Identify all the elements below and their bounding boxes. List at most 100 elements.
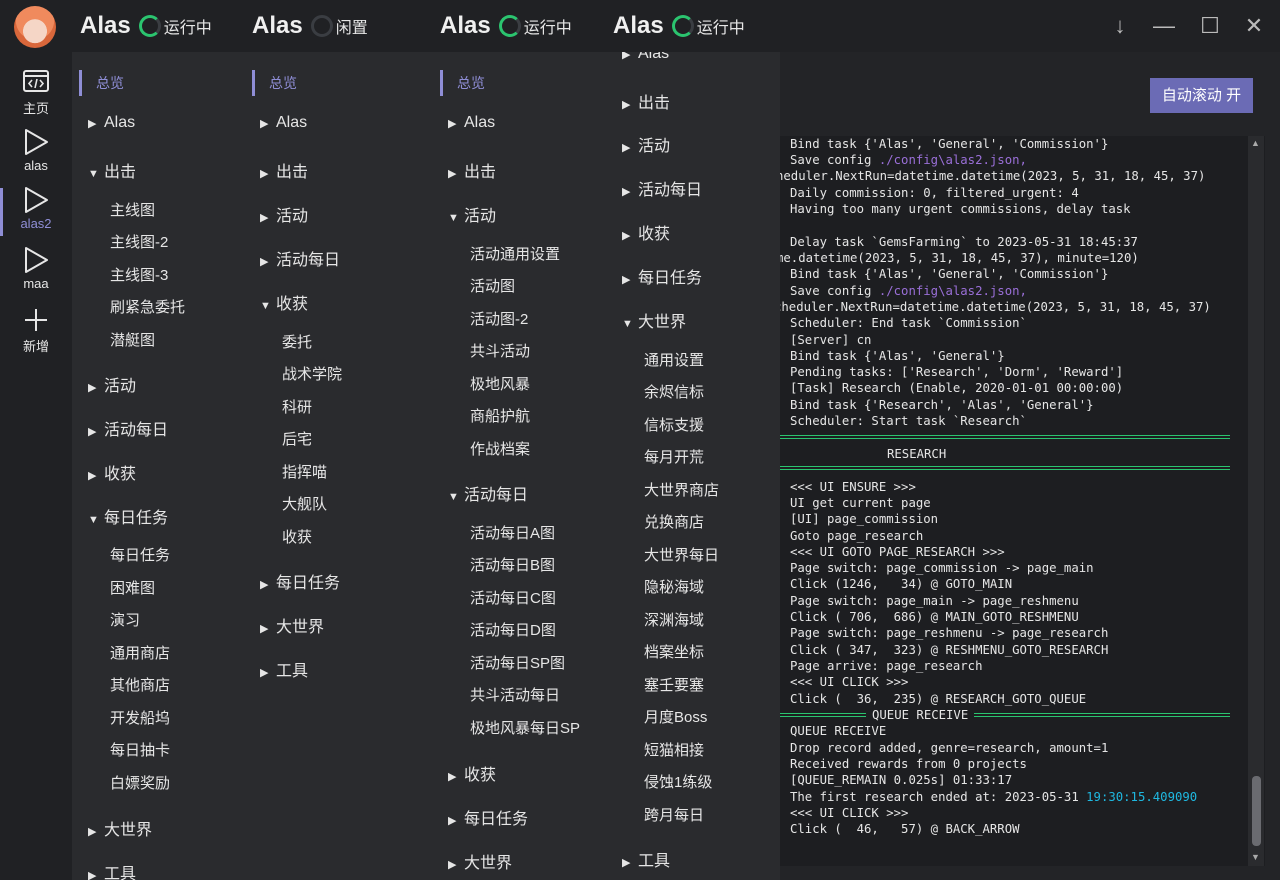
menu-daily[interactable]: ▼ 每日任务 (88, 504, 168, 528)
menu-leaf[interactable]: 余烬信标 (644, 381, 704, 402)
menu-leaf[interactable]: 深渊海域 (644, 609, 704, 630)
menu-chuji[interactable]: ▶ 出击 (448, 158, 496, 182)
menu-huodong[interactable]: ▼ 活动 (448, 202, 496, 226)
menu-leaf[interactable]: 刷紧急委托 (110, 296, 185, 317)
menu-leaf[interactable]: 塞壬要塞 (644, 674, 704, 695)
menu-shouhuo[interactable]: ▶ 收获 (448, 761, 496, 785)
menu-world[interactable]: ▶ 大世界 (448, 849, 512, 873)
autoscroll-button[interactable]: 自动滚动 开 (1150, 78, 1253, 113)
menu-leaf[interactable]: 极地风暴 (470, 373, 530, 394)
menu-huodong[interactable]: ▶ 活动 (88, 372, 136, 396)
menu-leaf[interactable]: 每月开荒 (644, 446, 704, 467)
rail-alas2[interactable]: alas2 (0, 186, 72, 236)
running-spinner-icon (138, 15, 161, 37)
menu-tools[interactable]: ▶ 工具 (88, 860, 136, 880)
menu-leaf[interactable]: 活动每日B图 (470, 554, 555, 575)
menu-world[interactable]: ▶ 大世界 (260, 613, 324, 637)
log-scrollbar[interactable]: ▲ ▼ (1248, 136, 1264, 866)
menu-shouhuo[interactable]: ▶ 收获 (88, 460, 136, 484)
menu-leaf[interactable]: 兑换商店 (644, 511, 704, 532)
menu-leaf[interactable]: 后宅 (282, 428, 312, 449)
menu-leaf[interactable]: 收获 (282, 526, 312, 547)
menu-leaf[interactable]: 月度Boss (644, 706, 707, 727)
menu-leaf[interactable]: 主线图-3 (110, 264, 168, 285)
menu-leaf[interactable]: 通用设置 (644, 349, 704, 370)
menu-tools[interactable]: ▶ 工具 (260, 657, 308, 681)
menu-leaf[interactable]: 演习 (110, 609, 140, 630)
menu-leaf[interactable]: 通用商店 (110, 642, 170, 663)
menu-leaf[interactable]: 活动每日SP图 (470, 652, 565, 673)
menu-world[interactable]: ▶ 大世界 (88, 816, 152, 840)
menu-tools[interactable]: ▶ 工具 (622, 847, 670, 871)
menu-leaf[interactable]: 活动图 (470, 275, 515, 296)
menu-chuji[interactable]: ▶ 出击 (622, 89, 670, 113)
menu-leaf[interactable]: 隐秘海域 (644, 576, 704, 597)
menu-leaf[interactable]: 指挥喵 (282, 461, 327, 482)
log-line: Having too many urgent commissions, dela… (790, 202, 1131, 216)
menu-leaf[interactable]: 其他商店 (110, 674, 170, 695)
rail-home[interactable]: 主页 (0, 68, 72, 117)
menu-leaf[interactable]: 大世界每日 (644, 544, 719, 565)
menu-huodong[interactable]: ▶ 活动 (622, 132, 670, 156)
menu-leaf[interactable]: 商船护航 (470, 405, 530, 426)
rail-maa[interactable]: maa (0, 246, 72, 291)
scroll-up-icon[interactable]: ▲ (1251, 138, 1260, 148)
menu-leaf[interactable]: 主线图 (110, 199, 155, 220)
menu-leaf[interactable]: 跨月每日 (644, 804, 704, 825)
menu-chuji[interactable]: ▼ 出击 (88, 158, 136, 182)
menu-leaf[interactable]: 战术学院 (282, 363, 342, 384)
menu-leaf[interactable]: 作战档案 (470, 438, 530, 459)
menu-leaf[interactable]: 潜艇图 (110, 329, 155, 350)
download-icon[interactable]: ↓ (1106, 12, 1134, 40)
menu-alas[interactable]: ▶ Alas (622, 52, 669, 63)
menu-chuji[interactable]: ▶ 出击 (260, 158, 308, 182)
menu-leaf[interactable]: 活动通用设置 (470, 243, 560, 264)
menu-daily[interactable]: ▶ 每日任务 (260, 569, 340, 593)
menu-leaf[interactable]: 开发船坞 (110, 707, 170, 728)
menu-leaf[interactable]: 每日抽卡 (110, 739, 170, 760)
menu-alas[interactable]: ▶ Alas (260, 114, 307, 132)
menu-leaf[interactable]: 短猫相接 (644, 739, 704, 760)
rail-add[interactable]: 新增 (0, 306, 72, 355)
menu-leaf[interactable]: 科研 (282, 396, 312, 417)
menu-huodong-daily[interactable]: ▼ 活动每日 (448, 481, 528, 505)
menu-leaf[interactable]: 主线图-2 (110, 231, 168, 252)
menu-daily[interactable]: ▶ 每日任务 (448, 805, 528, 829)
menu-leaf[interactable]: 委托 (282, 331, 312, 352)
menu-leaf[interactable]: 共斗活动 (470, 340, 530, 361)
menu-leaf[interactable]: 活动每日A图 (470, 522, 555, 543)
menu-huodong-daily[interactable]: ▶ 活动每日 (88, 416, 168, 440)
menu-leaf[interactable]: 每日任务 (110, 544, 170, 565)
menu-world[interactable]: ▼ 大世界 (622, 308, 686, 332)
menu-leaf[interactable]: 白嫖奖励 (110, 772, 170, 793)
menu-leaf[interactable]: 大舰队 (282, 493, 327, 514)
instance-tab-alas-4[interactable]: Alas 运行中 (613, 12, 745, 40)
menu-leaf[interactable]: 活动图-2 (470, 308, 528, 329)
close-button[interactable]: ✕ (1240, 12, 1268, 40)
menu-daily[interactable]: ▶ 每日任务 (622, 264, 702, 288)
instance-tab-alas-3[interactable]: Alas 运行中 (440, 12, 572, 40)
menu-leaf[interactable]: 大世界商店 (644, 479, 719, 500)
menu-alas[interactable]: ▶ Alas (448, 114, 495, 132)
menu-leaf[interactable]: 活动每日C图 (470, 587, 556, 608)
scroll-thumb[interactable] (1252, 776, 1261, 846)
menu-huodong-daily[interactable]: ▶ 活动每日 (622, 176, 702, 200)
menu-alas[interactable]: ▶ Alas (88, 114, 135, 132)
menu-huodong[interactable]: ▶ 活动 (260, 202, 308, 226)
menu-leaf[interactable]: 共斗活动每日 (470, 684, 560, 705)
menu-shouhuo[interactable]: ▶ 收获 (622, 220, 670, 244)
maximize-button[interactable]: ☐ (1196, 12, 1224, 40)
menu-leaf[interactable]: 信标支援 (644, 414, 704, 435)
menu-leaf[interactable]: 活动每日D图 (470, 619, 556, 640)
menu-huodong-daily[interactable]: ▶ 活动每日 (260, 246, 340, 270)
minimize-button[interactable]: — (1150, 12, 1178, 40)
menu-shouhuo[interactable]: ▼ 收获 (260, 290, 308, 314)
menu-leaf[interactable]: 档案坐标 (644, 641, 704, 662)
menu-leaf[interactable]: 困难图 (110, 577, 155, 598)
instance-tab-alas[interactable]: Alas 运行中 (80, 12, 212, 40)
menu-leaf[interactable]: 极地风暴每日SP (470, 717, 580, 738)
scroll-down-icon[interactable]: ▼ (1251, 852, 1260, 862)
menu-leaf[interactable]: 侵蚀1练级 (644, 771, 712, 792)
rail-alas[interactable]: alas (0, 128, 72, 173)
instance-tab-alas-idle[interactable]: Alas 闲置 (252, 12, 368, 40)
